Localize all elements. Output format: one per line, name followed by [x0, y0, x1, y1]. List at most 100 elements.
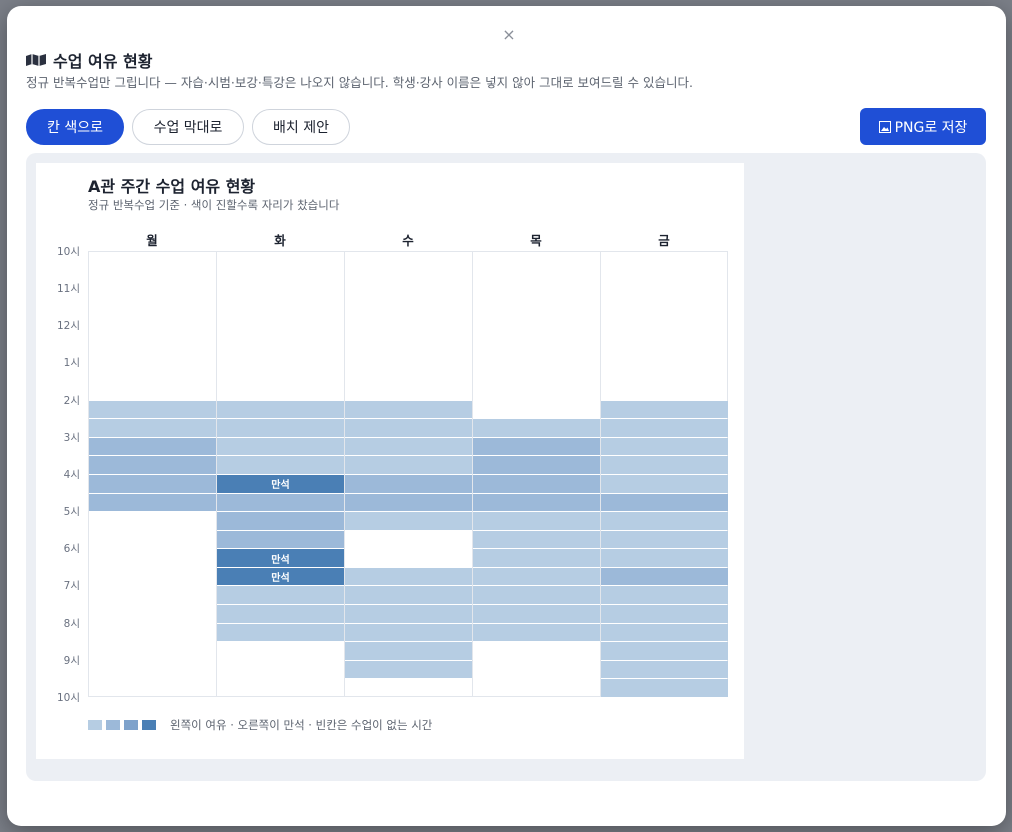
heatmap-cell[interactable] [345, 419, 472, 437]
day-header: 화 [274, 233, 286, 248]
heatmap-cell[interactable] [473, 437, 600, 456]
heatmap-cell[interactable] [601, 642, 728, 660]
heatmap-cell[interactable] [473, 567, 600, 586]
heatmap-cell[interactable]: 만석 [217, 567, 344, 586]
heatmap-cell[interactable] [345, 456, 472, 474]
heatmap-cell[interactable] [345, 567, 472, 586]
day-header: 수 [402, 233, 414, 248]
heatmap-cell[interactable] [473, 474, 600, 493]
hour-label: 1시 [63, 357, 80, 370]
occupancy-modal: × 수업 여유 현황 정규 반복수업만 그립니다 — 자습·시범·보강·특강은 … [7, 6, 1006, 826]
heatmap-cell[interactable] [345, 605, 472, 623]
heatmap-cell[interactable] [217, 530, 344, 549]
hour-label: 11시 [56, 283, 80, 296]
hour-label: 7시 [63, 580, 80, 593]
heatmap-cell[interactable] [345, 437, 472, 456]
heatmap-cell[interactable] [217, 512, 344, 530]
heatmap-cell[interactable] [601, 660, 728, 679]
heatmap-cell[interactable] [601, 419, 728, 437]
modal-header: 수업 여유 현황 [25, 48, 152, 72]
heatmap-cell[interactable] [217, 623, 344, 642]
heatmap-cell[interactable] [601, 605, 728, 623]
hour-label: 2시 [63, 394, 80, 407]
modal-title: 수업 여유 현황 [53, 52, 153, 71]
view-cell-color-button[interactable]: 칸 색으로 [26, 109, 124, 145]
image-icon [878, 120, 891, 133]
hour-label: 9시 [63, 654, 80, 667]
heatmap-cell[interactable] [601, 586, 728, 605]
heatmap-cell[interactable] [601, 474, 728, 493]
heatmap-cell[interactable] [473, 456, 600, 474]
heatmap-cell[interactable] [473, 512, 600, 530]
heatmap-cell[interactable] [345, 474, 472, 493]
day-header: 목 [530, 233, 542, 248]
chart-canvas-area: A관 주간 수업 여유 현황 정규 반복수업 기준 · 색이 진할수록 자리가 … [26, 153, 986, 781]
heatmap-cell[interactable] [89, 419, 216, 437]
heatmap-cell[interactable] [345, 623, 472, 642]
heatmap-cell[interactable] [601, 679, 728, 697]
legend-swatch [124, 720, 138, 730]
heatmap-cell[interactable] [217, 437, 344, 456]
heatmap-cell[interactable] [345, 400, 472, 419]
heatmap-cell[interactable] [473, 419, 600, 437]
heatmap-cell[interactable] [601, 493, 728, 512]
heatmap-cell[interactable] [89, 437, 216, 456]
heatmap-cell[interactable] [473, 549, 600, 567]
hour-label: 4시 [63, 468, 80, 481]
heatmap-cell[interactable] [217, 419, 344, 437]
legend-swatch [142, 720, 156, 730]
heatmap-cell[interactable] [601, 400, 728, 419]
save-png-label: PNG로 저장 [894, 119, 968, 136]
hour-label: 8시 [63, 617, 80, 630]
heatmap-cell[interactable] [601, 623, 728, 642]
heatmap-cell[interactable] [473, 605, 600, 623]
heatmap-cell[interactable] [473, 623, 600, 642]
heatmap-cell[interactable] [217, 400, 344, 419]
heatmap-cell[interactable] [601, 512, 728, 530]
legend-text: 왼쪽이 여유 · 오른쪽이 만석 · 빈칸은 수업이 없는 시간 [170, 718, 433, 732]
save-png-button[interactable]: PNG로 저장 [860, 108, 986, 145]
heatmap-cell[interactable] [89, 474, 216, 493]
heatmap-cell[interactable] [345, 586, 472, 605]
heatmap-cell[interactable] [601, 549, 728, 567]
map-icon [26, 54, 46, 66]
hour-label: 10시 [56, 246, 80, 258]
heatmap-cell[interactable] [473, 493, 600, 512]
heatmap-cell[interactable] [217, 493, 344, 512]
heatmap-cell[interactable] [217, 586, 344, 605]
heatmap-cell[interactable] [473, 586, 600, 605]
close-icon[interactable]: × [499, 25, 519, 45]
heatmap-cell[interactable] [601, 567, 728, 586]
heatmap-cell[interactable] [601, 437, 728, 456]
day-header: 금 [658, 233, 670, 248]
chart-title: A관 주간 수업 여유 현황 [88, 177, 256, 196]
day-header: 월 [146, 233, 158, 248]
heatmap-cell[interactable] [601, 456, 728, 474]
legend: 왼쪽이 여유 · 오른쪽이 만석 · 빈칸은 수업이 없는 시간 [88, 717, 432, 733]
heatmap-cell[interactable]: 만석 [217, 549, 344, 567]
heatmap-cell[interactable] [345, 512, 472, 530]
heatmap-cell[interactable] [345, 493, 472, 512]
heatmap-cell[interactable] [217, 456, 344, 474]
hour-label: 10시 [56, 691, 80, 704]
heatmap-cell[interactable] [473, 530, 600, 549]
heatmap-cell[interactable] [89, 456, 216, 474]
heatmap-cell[interactable] [89, 493, 216, 512]
legend-swatch [106, 720, 120, 730]
heatmap-cell[interactable] [89, 400, 216, 419]
hour-label: 6시 [63, 543, 80, 556]
heatmap-grid: 만석 만석 만석 [88, 251, 728, 697]
heatmap-card: A관 주간 수업 여유 현황 정규 반복수업 기준 · 색이 진할수록 자리가 … [36, 163, 744, 759]
view-bar-button[interactable]: 수업 막대로 [132, 109, 244, 145]
heatmap-cell[interactable]: 만석 [217, 474, 344, 493]
heatmap-cell[interactable] [345, 642, 472, 660]
chart-subtitle: 정규 반복수업 기준 · 색이 진할수록 자리가 찼습니다 [88, 198, 340, 212]
heatmap-cell[interactable] [217, 605, 344, 623]
hour-label: 3시 [63, 431, 80, 444]
placement-suggest-button[interactable]: 배치 제안 [252, 109, 350, 145]
hour-label: 12시 [56, 320, 80, 333]
legend-swatch [88, 720, 102, 730]
heatmap-cell[interactable] [345, 660, 472, 679]
modal-subtitle: 정규 반복수업만 그립니다 — 자습·시범·보강·특강은 나오지 않습니다. 학… [26, 75, 693, 90]
heatmap-cell[interactable] [601, 530, 728, 549]
